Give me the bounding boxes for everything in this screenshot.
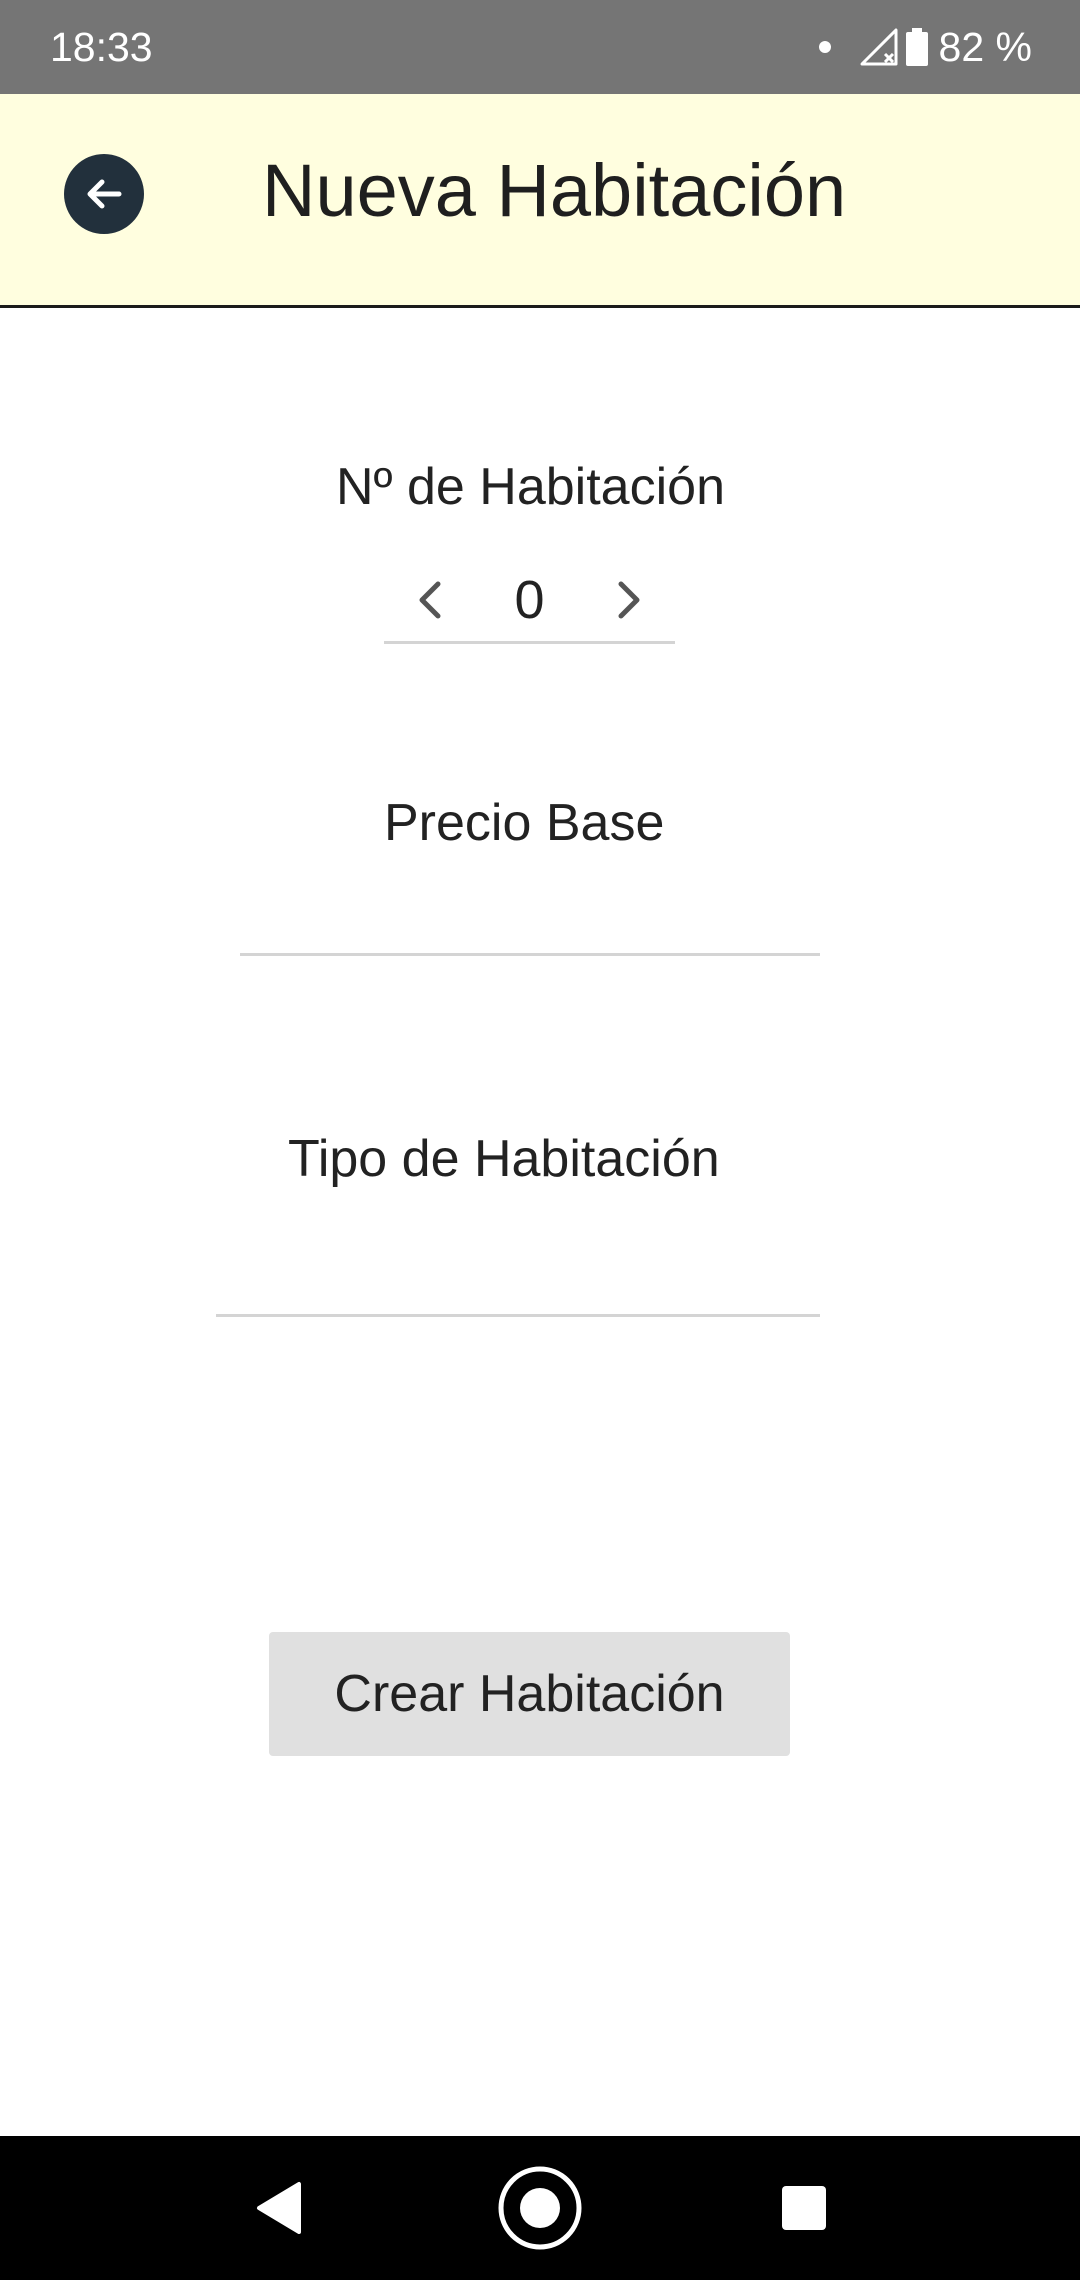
nav-recents-icon	[782, 2186, 826, 2230]
status-time: 18:33	[50, 24, 153, 70]
room-number-label: Nº de Habitación	[336, 458, 725, 516]
room-type-input[interactable]	[216, 1244, 820, 1317]
arrow-left-icon	[87, 179, 122, 209]
base-price-label: Precio Base	[384, 794, 665, 852]
back-button[interactable]	[64, 154, 144, 234]
chevron-right-icon	[618, 581, 640, 619]
battery-icon	[905, 28, 928, 66]
nav-home-button[interactable]	[494, 2162, 586, 2254]
status-icons: 82 %	[818, 22, 1032, 72]
nav-home-icon	[498, 2166, 582, 2250]
notification-dot-icon	[818, 41, 831, 53]
room-type-label: Tipo de Habitación	[288, 1130, 720, 1188]
room-number-value[interactable]: 0	[474, 568, 585, 632]
nav-recents-button[interactable]	[770, 2174, 838, 2242]
room-number-picker: 0	[384, 558, 675, 644]
decrement-button[interactable]	[406, 572, 456, 628]
status-bar: 18:33 82 %	[0, 0, 1080, 94]
battery-percentage: 82 %	[938, 24, 1032, 70]
navigation-bar	[0, 2136, 1080, 2280]
chevron-left-icon	[419, 581, 441, 619]
app-bar: Nueva Habitación	[0, 94, 1080, 308]
screen: 18:33 82 % Nueva Habitación Nº de Habita…	[0, 0, 1080, 2280]
nav-back-button[interactable]	[240, 2172, 316, 2244]
increment-button[interactable]	[603, 572, 653, 628]
base-price-input[interactable]	[240, 884, 820, 956]
nav-back-icon	[257, 2182, 301, 2234]
page-title: Nueva Habitación	[262, 149, 847, 232]
create-room-button[interactable]: Crear Habitación	[269, 1632, 790, 1756]
signal-no-data-icon	[860, 28, 898, 66]
